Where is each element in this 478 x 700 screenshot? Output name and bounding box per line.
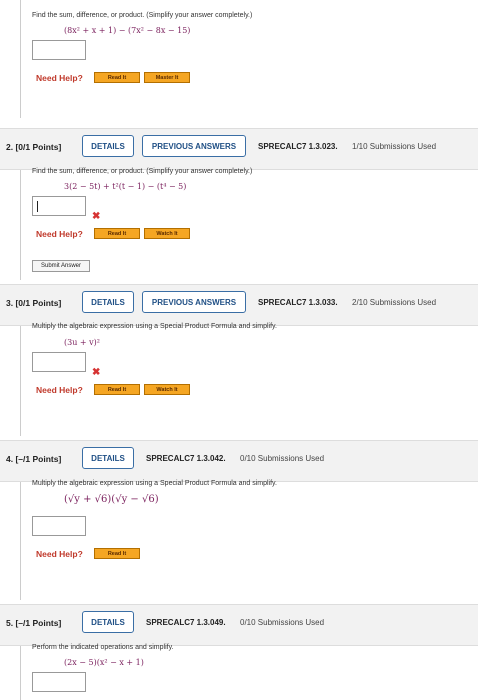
text-caret xyxy=(37,201,38,212)
q2-need-help: Need Help? xyxy=(36,229,83,239)
q3-submissions: 2/10 Submissions Used xyxy=(352,298,437,307)
q5-expression: (2x − 5)(x² − x + 1) xyxy=(64,658,144,667)
q3-expression: (3u + v)² xyxy=(64,338,100,347)
q1-answer-input[interactable] xyxy=(32,40,86,60)
q5-header: 5. [–/1 Points] DETAILS SPRECALC7 1.3.04… xyxy=(0,604,478,646)
q3-previous-answers-button[interactable]: PREVIOUS ANSWERS xyxy=(142,291,246,313)
page: Find the sum, difference, or product. (S… xyxy=(0,0,478,700)
q3-answer-input[interactable] xyxy=(32,352,86,372)
q2-points: 2. [0/1 Points] xyxy=(6,142,61,152)
q3-id: SPRECALC7 1.3.033. xyxy=(258,298,338,307)
q4-expression: (√y + √6)(√y − √6) xyxy=(64,494,159,505)
q2-points-value: [0/1 Points] xyxy=(15,142,62,152)
q2-header: 2. [0/1 Points] DETAILS PREVIOUS ANSWERS… xyxy=(0,128,478,170)
q3-instruction: Multiply the algebraic expression using … xyxy=(32,323,277,330)
q2-id: SPRECALC7 1.3.023. xyxy=(258,142,338,151)
q5-points-value: [–/1 Points] xyxy=(15,618,62,628)
q2-number: 2. xyxy=(6,142,14,152)
q5-instruction: Perform the indicated operations and sim… xyxy=(32,644,174,651)
q1-read-it-button[interactable]: Read It xyxy=(94,72,140,83)
q2-watch-it-button[interactable]: Watch It xyxy=(144,228,190,239)
q3-incorrect-icon: ✖ xyxy=(92,367,101,378)
q5-number: 5. xyxy=(6,618,14,628)
q3-details-button[interactable]: DETAILS xyxy=(82,291,134,313)
q2-answer-input[interactable] xyxy=(32,196,86,216)
q4-points: 4. [–/1 Points] xyxy=(6,454,61,464)
q5-submissions: 0/10 Submissions Used xyxy=(240,618,325,627)
q4-answer-input[interactable] xyxy=(32,516,86,536)
q2-previous-answers-button[interactable]: PREVIOUS ANSWERS xyxy=(142,135,246,157)
q3-watch-it-button[interactable]: Watch It xyxy=(144,384,190,395)
q2-read-it-button[interactable]: Read It xyxy=(94,228,140,239)
q2-incorrect-icon: ✖ xyxy=(92,211,101,222)
q4-points-value: [–/1 Points] xyxy=(15,454,62,464)
q5-points: 5. [–/1 Points] xyxy=(6,618,61,628)
q5-details-button[interactable]: DETAILS xyxy=(82,611,134,633)
q4-submissions: 0/10 Submissions Used xyxy=(240,454,325,463)
q1-instruction: Find the sum, difference, or product. (S… xyxy=(32,12,253,19)
q3-need-help: Need Help? xyxy=(36,385,83,395)
q4-header: 4. [–/1 Points] DETAILS SPRECALC7 1.3.04… xyxy=(0,440,478,482)
q2-expression: 3(2 − 5t) + t²(t − 1) − (t⁴ − 5) xyxy=(64,182,187,191)
q5-id: SPRECALC7 1.3.049. xyxy=(146,618,226,627)
q4-need-help: Need Help? xyxy=(36,549,83,559)
q3-read-it-button[interactable]: Read It xyxy=(94,384,140,395)
q4-number: 4. xyxy=(6,454,14,464)
q3-points: 3. [0/1 Points] xyxy=(6,298,61,308)
q1-expression: (8x² + x + 1) − (7x² − 8x − 15) xyxy=(64,26,191,35)
q1-need-help: Need Help? xyxy=(36,73,83,83)
q5-answer-input[interactable] xyxy=(32,672,86,692)
q2-details-button[interactable]: DETAILS xyxy=(82,135,134,157)
q3-header: 3. [0/1 Points] DETAILS PREVIOUS ANSWERS… xyxy=(0,284,478,326)
q3-points-value: [0/1 Points] xyxy=(15,298,62,308)
q2-submit-answer-button[interactable]: Submit Answer xyxy=(32,260,90,272)
q2-submissions: 1/10 Submissions Used xyxy=(352,142,437,151)
q2-instruction: Find the sum, difference, or product. (S… xyxy=(32,168,253,175)
q5-body xyxy=(20,646,478,700)
q4-id: SPRECALC7 1.3.042. xyxy=(146,454,226,463)
q1-master-it-button[interactable]: Master It xyxy=(144,72,190,83)
q4-details-button[interactable]: DETAILS xyxy=(82,447,134,469)
q4-read-it-button[interactable]: Read It xyxy=(94,548,140,559)
q3-number: 3. xyxy=(6,298,14,308)
q4-instruction: Multiply the algebraic expression using … xyxy=(32,480,277,487)
